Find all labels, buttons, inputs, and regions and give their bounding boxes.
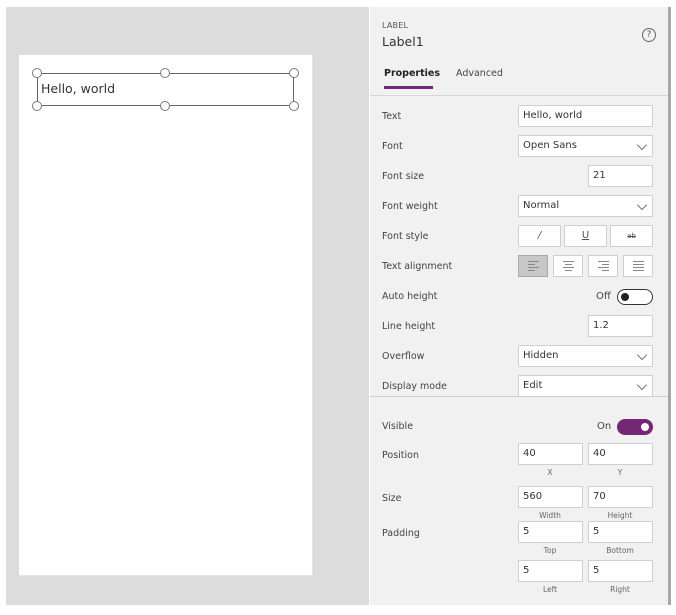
- padding-bottom-caption: Bottom: [606, 546, 634, 555]
- padding-right-input[interactable]: 5: [588, 560, 653, 582]
- position-y-input[interactable]: 40: [588, 443, 653, 465]
- line-height-label: Line height: [382, 321, 436, 332]
- padding-top-caption: Top: [543, 546, 557, 555]
- align-justify-icon: [633, 261, 644, 273]
- display-mode-dropdown[interactable]: Edit: [518, 375, 653, 397]
- align-right-icon: [598, 261, 609, 273]
- font-weight-dropdown[interactable]: Normal: [518, 195, 653, 217]
- control-name[interactable]: Label1: [382, 34, 424, 49]
- resize-handle-bottom-left[interactable]: [32, 101, 42, 111]
- font-weight-label: Font weight: [382, 201, 438, 212]
- help-icon[interactable]: ?: [642, 28, 656, 42]
- canvas-area: Hello, world: [6, 7, 369, 605]
- display-mode-label: Display mode: [382, 381, 447, 392]
- active-tab-indicator: [384, 86, 433, 89]
- align-right-button[interactable]: [588, 255, 618, 277]
- align-justify-button[interactable]: [623, 255, 653, 277]
- visible-label: Visible: [382, 421, 414, 432]
- italic-icon: /: [537, 230, 542, 241]
- tabs-divider: [370, 95, 668, 96]
- italic-button[interactable]: /: [518, 225, 561, 247]
- font-weight-dropdown-value: Normal: [523, 200, 560, 211]
- padding-right-caption: Right: [610, 585, 630, 594]
- auto-height-toggle[interactable]: [617, 289, 653, 305]
- padding-left-input[interactable]: 5: [518, 560, 583, 582]
- chevron-down-icon: [636, 349, 648, 361]
- resize-handle-top-left[interactable]: [32, 68, 42, 78]
- resize-handle-bottom-center[interactable]: [160, 101, 170, 111]
- size-width-caption: Width: [539, 511, 561, 520]
- visible-toggle[interactable]: [617, 419, 653, 435]
- font-label: Font: [382, 141, 403, 152]
- visible-state: On: [597, 421, 612, 432]
- overflow-label: Overflow: [382, 351, 425, 362]
- position-label: Position: [382, 450, 419, 461]
- underline-icon: U: [581, 230, 590, 241]
- auto-height-label: Auto height: [382, 291, 438, 302]
- properties-panel: LABEL Label1 ? Properties Advanced Text …: [370, 7, 671, 605]
- font-style-label: Font style: [382, 231, 429, 242]
- font-size-input[interactable]: 21: [588, 165, 653, 187]
- chevron-down-icon: [636, 379, 648, 391]
- text-input[interactable]: Hello, world: [518, 105, 653, 127]
- resize-handle-top-center[interactable]: [160, 68, 170, 78]
- size-width-input[interactable]: 560: [518, 486, 583, 508]
- overflow-dropdown[interactable]: Hidden: [518, 345, 653, 367]
- font-size-label: Font size: [382, 171, 425, 182]
- strikethrough-icon: ab: [627, 232, 636, 240]
- chevron-down-icon: [636, 199, 648, 211]
- line-height-input[interactable]: 1.2: [588, 315, 653, 337]
- font-dropdown[interactable]: Open Sans: [518, 135, 653, 157]
- label-control-text: Hello, world: [41, 81, 116, 96]
- toggle-knob: [621, 293, 629, 301]
- align-center-icon: [563, 261, 574, 273]
- align-left-icon: [528, 261, 539, 273]
- app-screen[interactable]: Hello, world: [19, 55, 313, 576]
- text-alignment-label: Text alignment: [382, 261, 453, 272]
- align-left-button[interactable]: [518, 255, 548, 277]
- align-center-button[interactable]: [553, 255, 583, 277]
- toggle-knob: [641, 423, 649, 431]
- resize-handle-bottom-right[interactable]: [289, 101, 299, 111]
- position-y-caption: Y: [617, 468, 623, 477]
- chevron-down-icon: [636, 139, 648, 151]
- padding-top-input[interactable]: 5: [518, 521, 583, 543]
- padding-left-caption: Left: [542, 585, 558, 594]
- resize-handle-top-right[interactable]: [289, 68, 299, 78]
- section-divider: [370, 396, 668, 397]
- tab-advanced[interactable]: Advanced: [456, 68, 503, 79]
- font-dropdown-value: Open Sans: [523, 140, 577, 151]
- strikethrough-button[interactable]: ab: [610, 225, 653, 247]
- control-type-label: LABEL: [382, 21, 409, 30]
- text-label: Text: [382, 111, 402, 122]
- display-mode-dropdown-value: Edit: [523, 380, 543, 391]
- auto-height-state: Off: [596, 291, 611, 302]
- padding-bottom-input[interactable]: 5: [588, 521, 653, 543]
- size-height-caption: Height: [607, 511, 633, 520]
- position-x-input[interactable]: 40: [518, 443, 583, 465]
- padding-label: Padding: [382, 528, 420, 539]
- size-height-input[interactable]: 70: [588, 486, 653, 508]
- size-label: Size: [382, 493, 402, 504]
- position-x-caption: X: [547, 468, 553, 477]
- tab-properties[interactable]: Properties: [384, 68, 440, 79]
- overflow-dropdown-value: Hidden: [523, 350, 559, 361]
- underline-button[interactable]: U: [564, 225, 607, 247]
